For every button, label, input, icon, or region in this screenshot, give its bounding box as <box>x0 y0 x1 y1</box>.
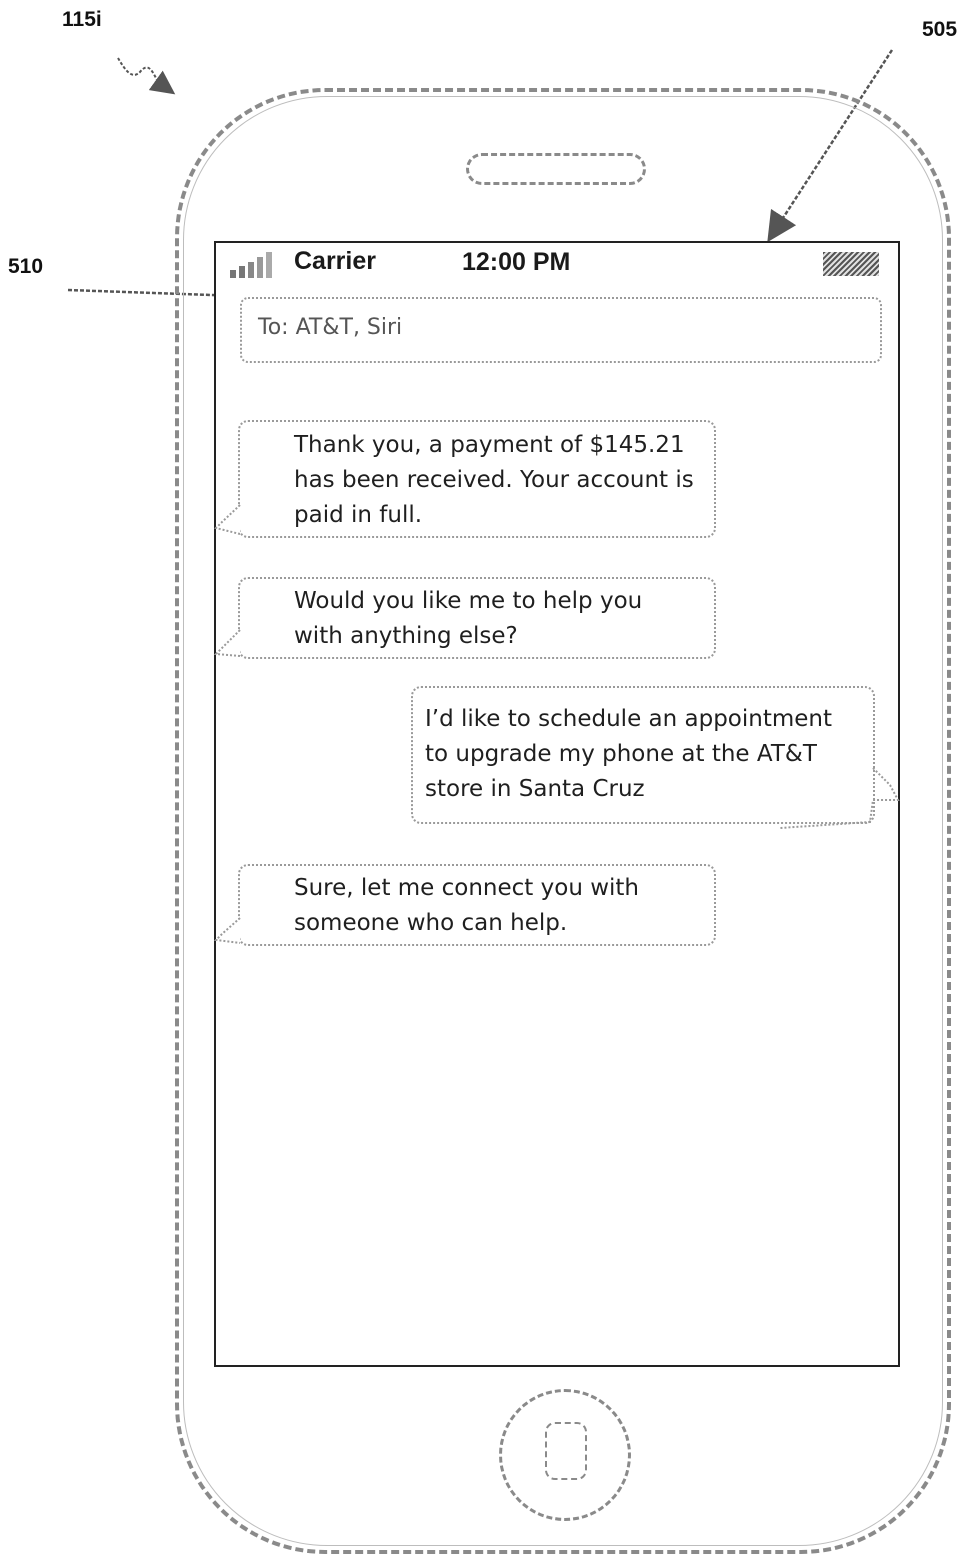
bubble-tail-outgoing <box>779 767 900 829</box>
bubble-tail-incoming <box>213 629 241 657</box>
bubble-tails <box>213 504 900 944</box>
bubble-tail-incoming <box>214 504 241 535</box>
bubble-tail-incoming <box>213 917 241 944</box>
home-button-square-icon <box>545 1422 587 1480</box>
